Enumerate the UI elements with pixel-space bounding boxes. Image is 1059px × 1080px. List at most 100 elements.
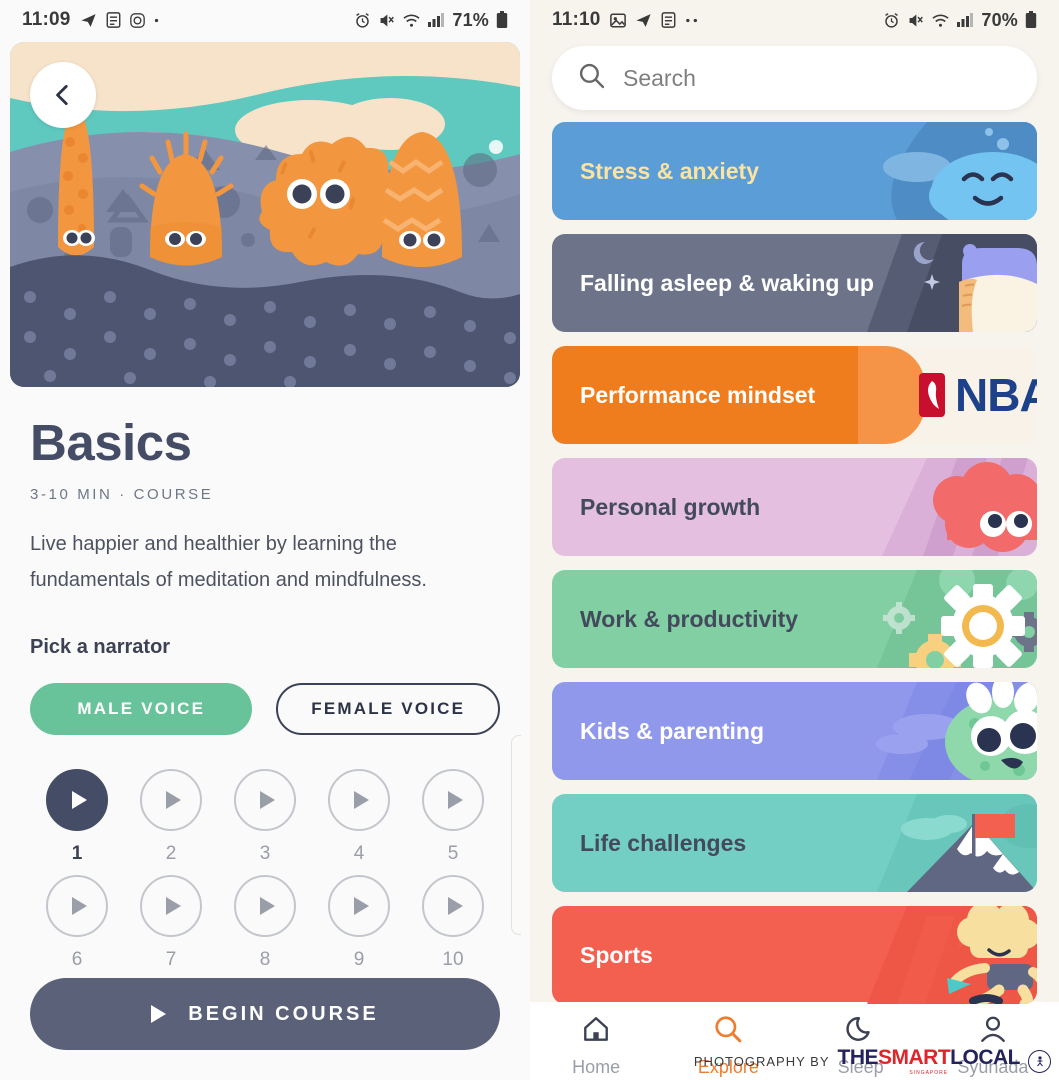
mountain-flag-illustration [807,794,1037,892]
episode-play-button[interactable] [46,875,108,938]
watermark: PHOTOGRAPHY BY THESMARTLOCAL SINGAPORE [694,1046,1051,1076]
episode-number: 5 [447,843,459,865]
more-dots-icon [685,18,699,23]
left-phone-screen: 11:09 71% Basics 3-10 MIN · COURSE Live … [0,0,530,1080]
play-icon [259,897,275,916]
episode-play-button[interactable] [234,769,296,832]
episode-item[interactable]: 3 [218,769,312,865]
gears-illustration [807,570,1037,668]
watermark-brand-2: SMART [878,1046,951,1069]
cloud-face-illustration [807,122,1037,220]
episode-item[interactable]: 9 [312,875,406,971]
mute-icon [907,12,924,29]
episode-number: 7 [165,949,177,971]
status-time: 11:10 [552,9,601,30]
back-button[interactable] [30,62,96,128]
search-input[interactable]: Search [623,65,696,92]
episode-play-button[interactable] [140,875,202,938]
category-list: Stress & anxiety Falling asleep & waking… [530,110,1059,1004]
female-voice-button[interactable]: FEMALE VOICE [276,683,500,736]
begin-course-button[interactable]: BEGIN COURSE [30,978,500,1050]
category-label: Performance mindset [580,381,816,408]
watermark-mark-icon [1028,1049,1051,1073]
episode-number: 4 [353,843,365,865]
person-icon [978,1014,1008,1049]
episode-play-button[interactable] [234,875,296,938]
category-label: Work & productivity [580,605,799,632]
notes-icon [661,12,676,28]
episode-number: 1 [71,843,83,865]
watermark-brand-3: LOCAL [950,1046,1020,1069]
episode-item[interactable]: 4 [312,769,406,865]
chevron-left-icon [50,82,76,108]
nav-item-home[interactable]: Home [530,1014,662,1078]
phone-bezel-edge [511,735,521,935]
category-label: Sports [580,941,653,968]
episode-play-button[interactable] [140,769,202,832]
category-card-stress-anxiety[interactable]: Stress & anxiety [552,122,1037,220]
brain-face-illustration [807,458,1037,556]
watermark-prefix: PHOTOGRAPHY BY [693,1053,830,1069]
search-icon [713,1014,743,1049]
watermark-brand: THESMARTLOCAL SINGAPORE [838,1046,1021,1076]
telegram-icon [80,12,97,29]
episode-play-button[interactable] [422,875,484,938]
nav-label: Home [572,1057,621,1077]
category-card-kids-parenting[interactable]: Kids & parenting [552,682,1037,780]
watermark-brand-1: THE [837,1046,879,1069]
episode-play-button[interactable] [328,769,390,832]
play-icon [447,791,463,810]
category-card-work-productivity[interactable]: Work & productivity [552,570,1037,668]
episode-play-button[interactable] [46,769,108,832]
category-label: Personal growth [580,493,761,520]
episode-item[interactable]: 7 [124,875,218,971]
nba-logo-icon: NBA [907,346,1037,444]
signal-icon [428,13,445,27]
category-label: Stress & anxiety [580,157,759,184]
category-card-performance-mindset[interactable]: NBA Performance mindset [552,346,1037,444]
dot-icon [154,18,159,23]
status-bar-left-group: 11:09 [22,9,159,31]
category-card-life-challenges[interactable]: Life challenges [552,794,1037,892]
episode-item[interactable]: 2 [124,769,218,865]
course-meta: 3-10 MIN · COURSE [30,486,214,503]
telegram-icon [635,12,652,29]
monster-face-illustration [807,682,1037,780]
watermark-sub: SINGAPORE [909,1070,949,1076]
narrator-section-label: Pick a narrator [30,636,171,659]
category-card-sports[interactable]: Sports [552,906,1037,1004]
search-icon [578,62,605,94]
episode-play-button[interactable] [328,875,390,938]
episode-item[interactable]: 10 [406,875,500,971]
category-card-personal-growth[interactable]: Personal growth [552,458,1037,556]
status-bar-right-group: 70% [883,10,1037,31]
episode-number: 10 [442,949,464,971]
search-bar[interactable]: Search [552,46,1037,110]
episode-number: 2 [165,843,177,865]
play-icon [165,897,181,916]
episode-item[interactable]: 6 [30,875,124,971]
category-card-falling-asleep[interactable]: Falling asleep & waking up [552,234,1037,332]
play-icon [71,897,87,916]
episode-item[interactable]: 8 [218,875,312,971]
image-icon [609,13,626,28]
wifi-icon [402,13,421,28]
episode-number: 9 [353,949,365,971]
instagram-icon [129,12,145,28]
wifi-icon [931,13,950,28]
play-icon [447,897,463,916]
battery-icon [1025,11,1037,29]
play-icon [353,791,369,810]
status-bar-left-group: 11:10 [552,9,699,31]
episode-number: 3 [259,843,271,865]
male-voice-button[interactable]: MALE VOICE [30,683,253,736]
episode-grid: 1 2 3 4 5 6 7 8 9 10 [30,769,500,971]
status-bar-right: 11:10 70% [530,0,1059,40]
episode-number: 6 [71,949,83,971]
episode-item[interactable]: 1 [30,769,124,865]
episode-item[interactable]: 5 [406,769,500,865]
search-section: Search [530,40,1059,110]
course-detail: Basics 3-10 MIN · COURSE Live happier an… [0,413,530,971]
category-label: Life challenges [580,829,747,856]
episode-play-button[interactable] [422,769,484,832]
